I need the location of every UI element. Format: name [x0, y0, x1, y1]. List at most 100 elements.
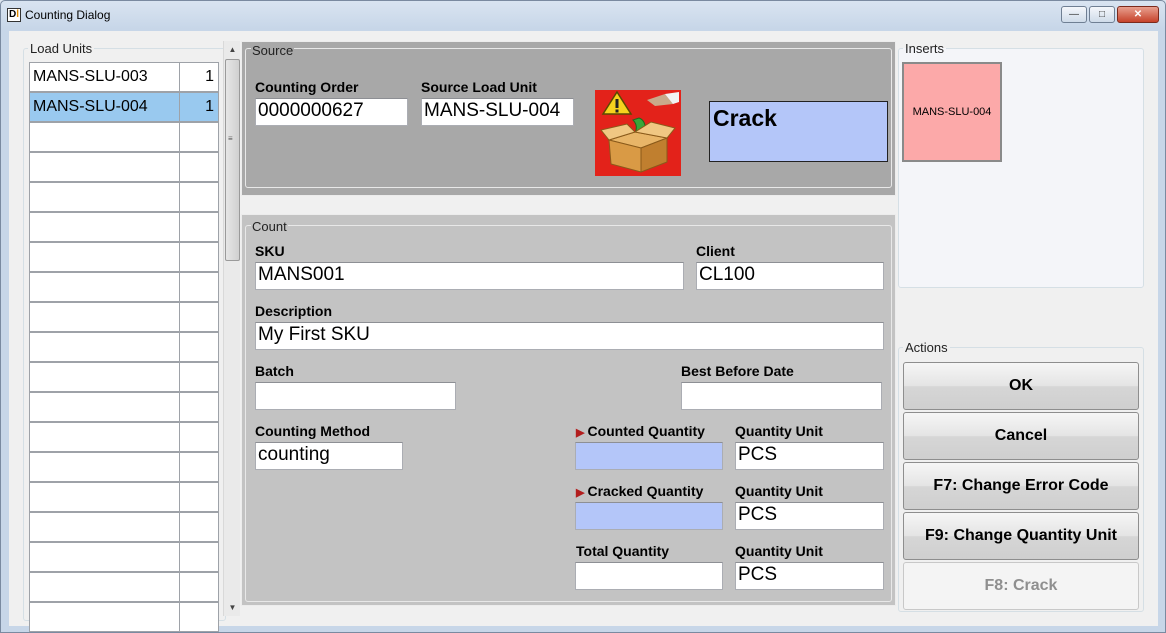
load-unit-name[interactable] — [29, 332, 180, 362]
load-unit-name[interactable] — [29, 122, 180, 152]
source-load-unit-field[interactable]: MANS-SLU-004 — [421, 98, 574, 126]
load-unit-row-empty[interactable] — [29, 152, 219, 183]
load-unit-name[interactable] — [29, 392, 180, 422]
client-field[interactable]: CL100 — [696, 262, 884, 290]
load-unit-row-empty[interactable] — [29, 242, 219, 273]
minimize-button[interactable]: — — [1061, 6, 1087, 23]
crack-button: F8: Crack — [903, 562, 1139, 610]
load-unit-row-selected[interactable]: MANS-SLU-004 1 — [29, 92, 219, 123]
batch-field[interactable] — [255, 382, 456, 410]
cracked-quantity-unit-field[interactable]: PCS — [735, 502, 884, 530]
load-unit-name[interactable] — [29, 572, 180, 602]
quantity-unit-label: Quantity Unit — [735, 423, 823, 439]
load-unit-row[interactable]: MANS-SLU-003 1 — [29, 62, 219, 93]
total-quantity-field[interactable] — [575, 562, 723, 590]
load-unit-count[interactable] — [179, 422, 219, 452]
load-unit-name[interactable] — [29, 482, 180, 512]
load-unit-count[interactable] — [179, 572, 219, 602]
counted-quantity-field[interactable] — [575, 442, 723, 470]
counting-method-field[interactable]: counting — [255, 442, 403, 470]
scroll-up-arrow-icon[interactable]: ▲ — [224, 41, 241, 58]
cracked-quantity-label-wrap: ▶ Cracked Quantity — [576, 483, 703, 499]
description-field[interactable]: My First SKU — [255, 322, 884, 350]
load-unit-count[interactable] — [179, 332, 219, 362]
batch-label: Batch — [255, 363, 294, 379]
load-unit-row-empty[interactable] — [29, 602, 219, 633]
load-unit-name[interactable]: MANS-SLU-004 — [29, 92, 180, 122]
source-panel: Source Counting Order 0000000627 Source … — [241, 41, 896, 196]
warning-box-icon — [595, 90, 681, 176]
close-button[interactable]: ✕ — [1117, 6, 1159, 23]
load-unit-count[interactable] — [179, 482, 219, 512]
load-unit-name[interactable] — [29, 272, 180, 302]
load-unit-row-empty[interactable] — [29, 272, 219, 303]
load-unit-row-empty[interactable] — [29, 452, 219, 483]
load-unit-row-empty[interactable] — [29, 332, 219, 363]
load-unit-row-empty[interactable] — [29, 212, 219, 243]
counted-quantity-unit-field[interactable]: PCS — [735, 442, 884, 470]
load-unit-count[interactable] — [179, 242, 219, 272]
description-label: Description — [255, 303, 333, 319]
load-unit-name[interactable] — [29, 152, 180, 182]
load-unit-row-empty[interactable] — [29, 482, 219, 513]
change-quantity-unit-button[interactable]: F9: Change Quantity Unit — [903, 512, 1139, 560]
load-unit-name[interactable] — [29, 602, 180, 632]
load-unit-count[interactable] — [179, 392, 219, 422]
quantity-unit-label: Quantity Unit — [735, 543, 823, 559]
load-unit-row-empty[interactable] — [29, 512, 219, 543]
maximize-button[interactable]: □ — [1089, 6, 1115, 23]
load-unit-count[interactable] — [179, 152, 219, 182]
load-unit-name[interactable] — [29, 302, 180, 332]
load-unit-row-empty[interactable] — [29, 182, 219, 213]
load-unit-name[interactable] — [29, 512, 180, 542]
load-unit-name[interactable] — [29, 452, 180, 482]
counting-order-label: Counting Order — [255, 79, 359, 95]
scrollbar-thumb[interactable] — [225, 59, 240, 261]
load-unit-count[interactable] — [179, 542, 219, 572]
sku-field[interactable]: MANS001 — [255, 262, 684, 290]
load-unit-name[interactable] — [29, 542, 180, 572]
load-unit-name[interactable] — [29, 242, 180, 272]
load-unit-count[interactable] — [179, 512, 219, 542]
load-unit-count[interactable] — [179, 302, 219, 332]
counting-order-field[interactable]: 0000000627 — [255, 98, 408, 126]
cracked-quantity-label: Cracked Quantity — [587, 483, 704, 499]
load-unit-row-empty[interactable] — [29, 392, 219, 423]
load-unit-count[interactable]: 1 — [179, 92, 219, 122]
load-unit-count[interactable] — [179, 272, 219, 302]
total-quantity-unit-field[interactable]: PCS — [735, 562, 884, 590]
sku-label: SKU — [255, 243, 285, 259]
load-unit-name[interactable] — [29, 422, 180, 452]
cancel-button[interactable]: Cancel — [903, 412, 1139, 460]
load-unit-count[interactable] — [179, 212, 219, 242]
load-unit-count[interactable] — [179, 182, 219, 212]
best-before-date-field[interactable] — [681, 382, 882, 410]
load-unit-row-empty[interactable] — [29, 542, 219, 573]
load-unit-row-empty[interactable] — [29, 302, 219, 333]
change-error-code-button[interactable]: F7: Change Error Code — [903, 462, 1139, 510]
load-unit-count[interactable] — [179, 122, 219, 152]
source-load-unit-label: Source Load Unit — [421, 79, 537, 95]
load-unit-name[interactable]: MANS-SLU-003 — [29, 62, 180, 92]
scroll-down-arrow-icon[interactable]: ▼ — [224, 599, 241, 616]
load-unit-row-empty[interactable] — [29, 422, 219, 453]
dialog-client-area: Load Units MANS-SLU-003 1 MANS-SLU-004 1… — [9, 31, 1158, 632]
load-units-scrollbar[interactable]: ▲ ≡ ▼ — [223, 41, 240, 616]
total-quantity-label: Total Quantity — [576, 543, 670, 559]
load-unit-count[interactable] — [179, 362, 219, 392]
load-unit-name[interactable] — [29, 362, 180, 392]
insert-tile[interactable]: MANS-SLU-004 — [902, 62, 1002, 162]
load-unit-row-empty[interactable] — [29, 362, 219, 393]
load-unit-name[interactable] — [29, 212, 180, 242]
load-unit-row-empty[interactable] — [29, 122, 219, 153]
load-unit-name[interactable] — [29, 182, 180, 212]
load-unit-count[interactable]: 1 — [179, 62, 219, 92]
load-unit-count[interactable] — [179, 602, 219, 632]
best-before-date-label: Best Before Date — [681, 363, 794, 379]
load-unit-count[interactable] — [179, 452, 219, 482]
cracked-quantity-field[interactable] — [575, 502, 723, 530]
status-display: Crack — [709, 101, 888, 162]
ok-button[interactable]: OK — [903, 362, 1139, 410]
load-unit-row-empty[interactable] — [29, 572, 219, 603]
title-bar[interactable]: Dl Counting Dialog — □ ✕ — [1, 1, 1165, 31]
